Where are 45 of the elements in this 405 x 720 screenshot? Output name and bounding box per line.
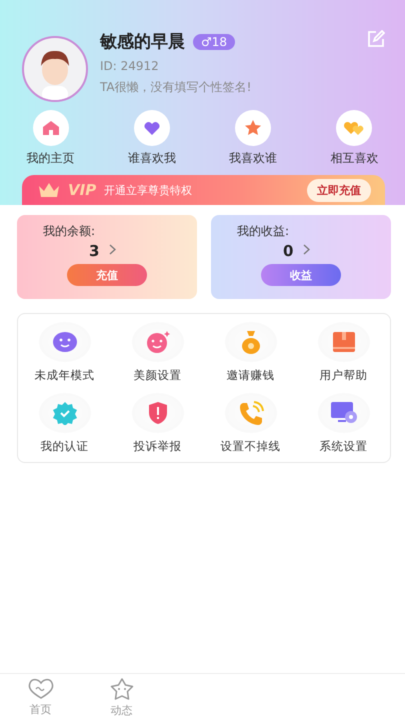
menu-item[interactable]: 投诉举报	[134, 439, 182, 454]
crown-icon	[38, 182, 60, 198]
chevron-right-icon[interactable]	[303, 244, 310, 255]
money-bag-icon	[240, 329, 262, 355]
phone-icon	[238, 400, 264, 426]
menu-item[interactable]: 美颜设置	[134, 368, 182, 383]
quick-link-button[interactable]	[336, 110, 372, 146]
monitor-gear-icon	[330, 401, 358, 425]
menu-item[interactable]: 用户帮助	[320, 368, 368, 383]
quick-link-button[interactable]	[134, 110, 170, 146]
verified-badge-icon	[52, 401, 78, 425]
quick-link-label[interactable]: 我的主页	[26, 150, 75, 167]
vip-label: VIP	[68, 181, 96, 199]
user-id: ID: 24912	[100, 59, 160, 73]
quick-link-label[interactable]: 谁喜欢我	[128, 150, 176, 167]
menu-item[interactable]: 系统设置	[320, 439, 368, 454]
gender-age-badge: ♂18	[193, 34, 236, 50]
vip-promo-text: 开通立享尊贵特权	[104, 182, 194, 198]
recharge-now-button[interactable]: 立即充值	[307, 178, 371, 202]
baby-face-icon	[52, 331, 78, 353]
menu-item[interactable]: 邀请赚钱	[226, 368, 274, 383]
signature-text: TA很懒，没有填写个性签名!	[100, 79, 252, 96]
heart-outline-icon	[26, 678, 54, 700]
quick-link-button[interactable]	[235, 110, 272, 146]
book-icon	[332, 331, 356, 353]
quick-link-label[interactable]: 我喜欢谁	[229, 150, 278, 167]
heart-icon	[142, 120, 161, 136]
menu-item[interactable]: 未成年模式	[34, 368, 94, 383]
quick-link-button[interactable]	[32, 110, 69, 146]
wallet-button[interactable]: 收益	[261, 264, 341, 286]
wallet-label: 我的余额:	[43, 223, 96, 240]
smiley-icon	[144, 330, 170, 354]
edit-icon[interactable]	[367, 30, 385, 48]
wallet-label: 我的收益:	[237, 223, 290, 240]
hearts-icon	[343, 120, 366, 136]
user-name: 敏感的早晨	[100, 31, 185, 53]
star-icon	[244, 119, 262, 137]
quick-link-label[interactable]: 相互喜欢	[330, 150, 378, 167]
wallet-amount: 0	[283, 242, 294, 260]
house-icon	[42, 120, 60, 136]
menu-item[interactable]: 我的认证	[40, 439, 88, 454]
shield-icon	[146, 401, 168, 425]
chevron-right-icon[interactable]	[109, 244, 116, 255]
wallet-amount: 3	[89, 242, 100, 260]
menu-item[interactable]: 设置不掉线	[220, 439, 280, 454]
